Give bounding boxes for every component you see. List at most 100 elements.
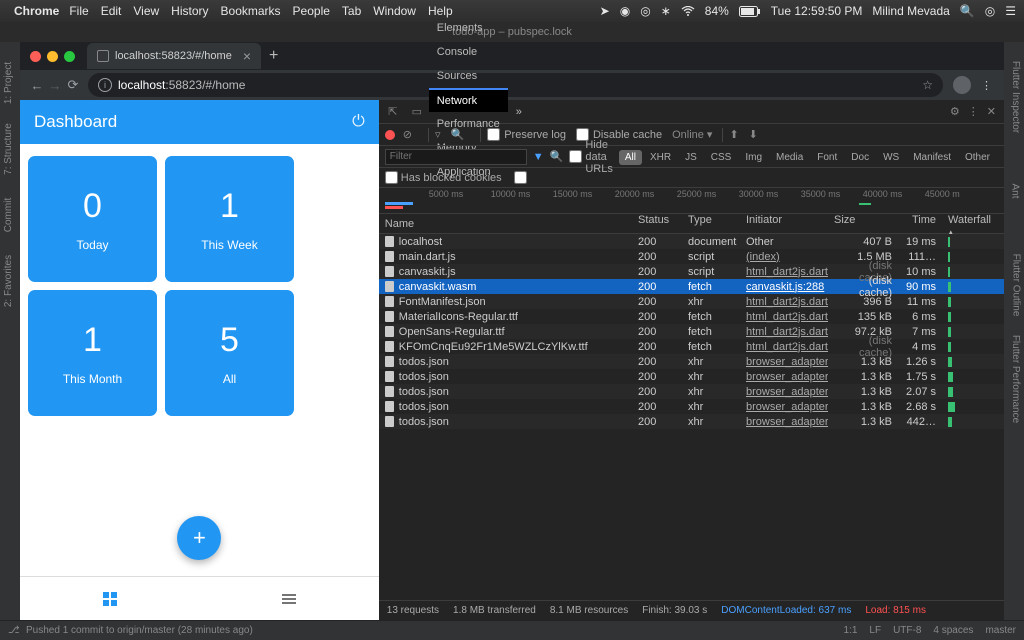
status-item[interactable]: master: [985, 625, 1016, 636]
network-row[interactable]: canvaskit.wasm200fetchcanvaskit.js:288(d…: [379, 279, 1004, 294]
network-row[interactable]: FontManifest.json200xhrhtml_dart2js.dart…: [379, 294, 1004, 309]
network-table-header[interactable]: Name Status Type Initiator Size Time Wat…: [379, 214, 1004, 234]
row-initiator[interactable]: (index): [746, 251, 780, 263]
window-traffic-lights[interactable]: [30, 51, 75, 62]
dashboard-card-this-week[interactable]: 1This Week: [165, 156, 294, 282]
row-initiator[interactable]: html_dart2js.dart:3…: [746, 326, 828, 338]
tab-close-icon[interactable]: ×: [243, 48, 251, 64]
devtools-tab-network[interactable]: Network: [429, 88, 508, 112]
menubar-app[interactable]: Chrome: [14, 4, 59, 18]
dashboard-card-all[interactable]: 5All: [165, 290, 294, 416]
back-button[interactable]: ←: [28, 78, 46, 93]
col-type[interactable]: Type: [682, 214, 740, 233]
device-toolbar-icon[interactable]: ▭: [405, 105, 429, 118]
ide-tool-project[interactable]: 1: Project: [3, 62, 17, 104]
export-har-icon[interactable]: ⬇: [749, 128, 758, 141]
filter-chip-doc[interactable]: Doc: [845, 150, 875, 165]
filter-chip-all[interactable]: All: [619, 150, 642, 165]
row-initiator[interactable]: browser_adapter.d…: [746, 401, 828, 413]
filter-chip-manifest[interactable]: Manifest: [907, 150, 957, 165]
menu-view[interactable]: View: [133, 4, 159, 18]
inspect-element-icon[interactable]: ⇱: [381, 105, 405, 118]
network-row[interactable]: todos.json200xhrbrowser_adapter.d…1.3 kB…: [379, 354, 1004, 369]
row-initiator[interactable]: canvaskit.js:288: [746, 281, 824, 293]
filter-funnel-icon[interactable]: ▼: [533, 151, 544, 163]
status-item[interactable]: UTF-8: [893, 625, 921, 636]
dashboard-card-today[interactable]: 0Today: [28, 156, 157, 282]
bluetooth-icon[interactable]: ∗: [661, 4, 671, 18]
filter-chip-font[interactable]: Font: [811, 150, 843, 165]
power-icon[interactable]: ⏻: [352, 113, 365, 131]
network-row[interactable]: OpenSans-Regular.ttf200fetchhtml_dart2js…: [379, 324, 1004, 339]
row-initiator[interactable]: html_dart2js.dart:3…: [746, 311, 828, 323]
ide-tool-flutteroutline[interactable]: Flutter Outline: [1007, 254, 1021, 317]
menu-bookmarks[interactable]: Bookmarks: [221, 4, 281, 18]
clear-button[interactable]: ⊘: [403, 128, 412, 141]
siri-icon[interactable]: ◎: [985, 4, 995, 18]
ide-tool-flutterperformance[interactable]: Flutter Performance: [1007, 335, 1021, 423]
bookmark-icon[interactable]: ☆: [922, 78, 933, 92]
filter-chip-xhr[interactable]: XHR: [644, 150, 677, 165]
throttling-select[interactable]: Online ▾: [672, 128, 712, 141]
profile-avatar[interactable]: [953, 76, 971, 94]
filter-toggle-icon[interactable]: ▿: [435, 128, 441, 141]
ide-left-tool-strip[interactable]: 1: Project7: StructureCommit2: Favorites: [0, 42, 20, 620]
col-time[interactable]: Time: [898, 214, 942, 233]
wifi-icon[interactable]: [681, 6, 695, 16]
forward-button[interactable]: →: [46, 78, 64, 93]
network-row[interactable]: canvaskit.js200scripthtml_dart2js.dart:1…: [379, 264, 1004, 279]
network-row[interactable]: main.dart.js200script(index)1.5 MB111…: [379, 249, 1004, 264]
status-item[interactable]: LF: [869, 625, 881, 636]
preserve-log-checkbox[interactable]: Preserve log: [487, 128, 566, 141]
row-initiator[interactable]: html_dart2js.dart:1…: [746, 266, 828, 278]
devtools-close-icon[interactable]: ✕: [987, 105, 996, 118]
devtools-tab-elements[interactable]: Elements: [429, 16, 508, 40]
col-initiator[interactable]: Initiator: [740, 214, 828, 233]
row-initiator[interactable]: html_dart2js.dart:1…: [746, 296, 828, 308]
search-icon[interactable]: 🔍: [451, 128, 465, 141]
has-blocked-cookies-checkbox[interactable]: Has blocked cookies: [385, 171, 502, 184]
col-name[interactable]: Name: [379, 214, 632, 233]
battery-icon[interactable]: [739, 6, 761, 17]
reload-button[interactable]: ⟳: [64, 77, 82, 93]
row-initiator[interactable]: browser_adapter.d…: [746, 416, 828, 428]
dashboard-card-this-month[interactable]: 1This Month: [28, 290, 157, 416]
filter-chip-media[interactable]: Media: [770, 150, 809, 165]
network-row[interactable]: todos.json200xhrbrowser_adapter.d…1.3 kB…: [379, 369, 1004, 384]
vcs-icon[interactable]: ⎇: [8, 625, 26, 636]
toggl-icon[interactable]: ◉: [620, 4, 630, 18]
chrome-menu-icon[interactable]: ⋮: [981, 79, 992, 92]
location-icon[interactable]: ➤: [600, 4, 610, 18]
status-item[interactable]: 1:1: [843, 625, 857, 636]
network-row[interactable]: todos.json200xhrbrowser_adapter.d…1.3 kB…: [379, 414, 1004, 429]
menu-history[interactable]: History: [171, 4, 208, 18]
import-har-icon[interactable]: ⬆: [729, 128, 738, 141]
spotlight-icon[interactable]: 🔍: [960, 4, 975, 18]
menu-people[interactable]: People: [293, 4, 330, 18]
col-status[interactable]: Status: [632, 214, 682, 233]
row-initiator[interactable]: browser_adapter.d…: [746, 356, 828, 368]
ide-tool-favorites[interactable]: 2: Favorites: [3, 255, 17, 307]
devtools-tab-sources[interactable]: Sources: [429, 64, 508, 88]
address-bar[interactable]: i localhost:58823/#/home ☆: [88, 73, 943, 97]
site-info-icon[interactable]: i: [98, 78, 112, 92]
nav-dashboard[interactable]: [20, 577, 199, 620]
status-item[interactable]: 4 spaces: [933, 625, 973, 636]
menu-window[interactable]: Window: [373, 4, 416, 18]
close-icon[interactable]: [30, 51, 41, 62]
devtools-settings-icon[interactable]: ⚙: [950, 105, 960, 118]
devtools-menu-icon[interactable]: ⋮: [968, 105, 979, 118]
menubar-clock[interactable]: Tue 12:59:50 PM: [771, 4, 863, 18]
browser-tab[interactable]: localhost:58823/#/home ×: [87, 43, 261, 69]
ide-right-tool-strip[interactable]: Flutter InspectorAntFlutter OutlineFlutt…: [1004, 42, 1024, 620]
nav-list[interactable]: [199, 577, 378, 620]
filter-chip-other[interactable]: Other: [959, 150, 996, 165]
col-waterfall[interactable]: Waterfall ▴: [942, 214, 1004, 233]
network-row[interactable]: localhost200documentOther407 B19 ms: [379, 234, 1004, 249]
ide-tool-commit[interactable]: Commit: [3, 198, 17, 232]
menubar-user[interactable]: Milind Mevada: [872, 4, 949, 18]
filter-chip-css[interactable]: CSS: [705, 150, 738, 165]
col-size[interactable]: Size: [828, 214, 898, 233]
ide-tool-ant[interactable]: Ant: [1007, 183, 1021, 198]
menu-edit[interactable]: Edit: [101, 4, 122, 18]
